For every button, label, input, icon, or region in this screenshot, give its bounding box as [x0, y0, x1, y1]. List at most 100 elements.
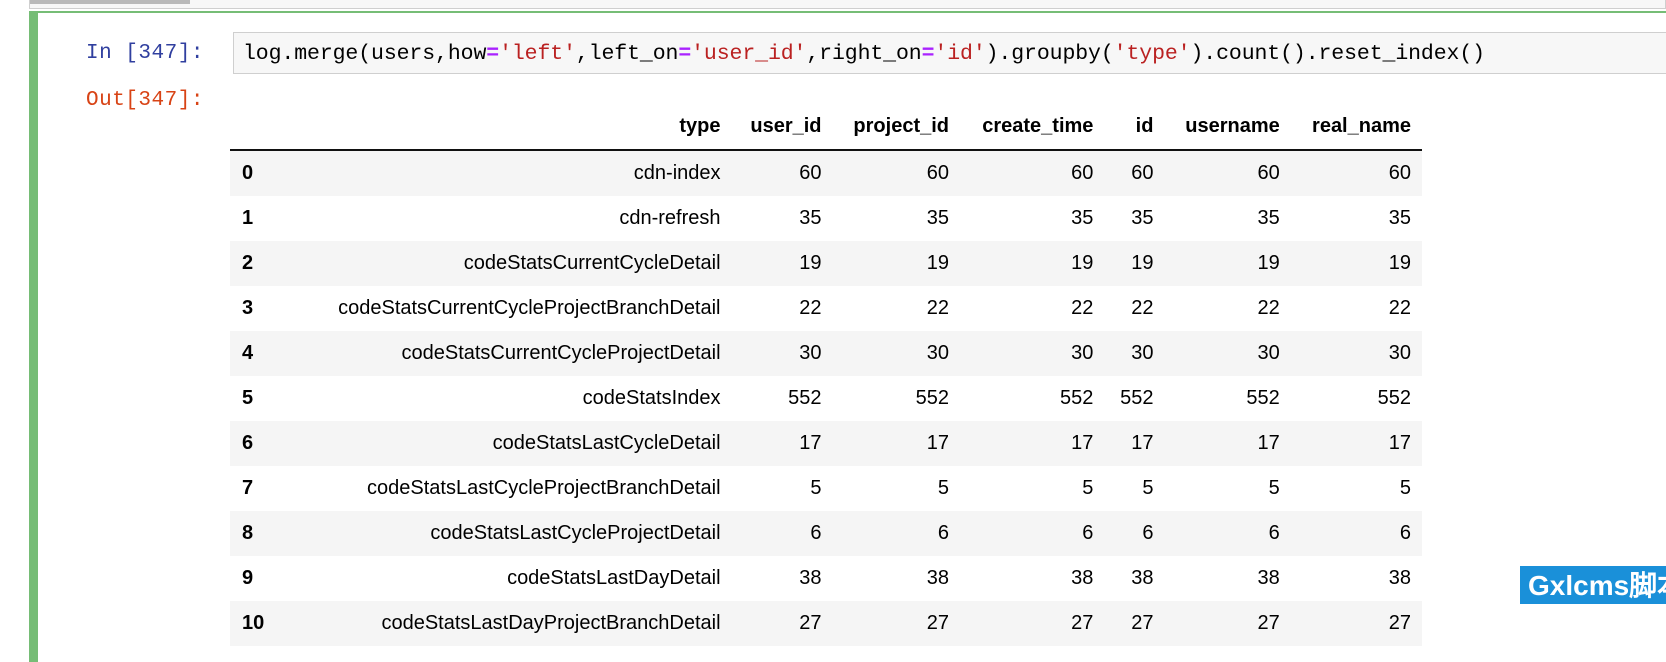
- column-header-id: id: [1104, 109, 1165, 151]
- cell-real_name: 17: [1388, 432, 1411, 454]
- row-index-cell: 8: [242, 522, 254, 544]
- cell-id: 19: [1131, 252, 1154, 274]
- cell-create_time: 5: [1082, 477, 1094, 499]
- column-header-create_time: create_time: [960, 109, 1105, 151]
- cell-type: codeStatsCurrentCycleProjectDetail: [401, 342, 721, 364]
- cell-id: 35: [1131, 207, 1154, 229]
- cell-username: 60: [1257, 162, 1280, 184]
- cell-user_id: 552: [788, 387, 822, 409]
- cell-create_time: 19: [1071, 252, 1094, 274]
- cell-create_time: 22: [1071, 297, 1094, 319]
- notebook-cell[interactable]: In [347]: log.merge(users,how='left',lef…: [29, 11, 1666, 662]
- previous-cell-scroll-hint: [30, 0, 190, 4]
- cell-real_name: 19: [1388, 252, 1411, 274]
- cell-user_id: 60: [799, 162, 822, 184]
- cell-user_id: 35: [799, 207, 822, 229]
- cell-user_id: 22: [799, 297, 822, 319]
- cell-create_time: 17: [1071, 432, 1094, 454]
- table-row: 5 codeStatsIndex 552 552 552 552 552 552: [230, 376, 1422, 421]
- cell-type: cdn-refresh: [619, 207, 721, 229]
- code-token-op-7: =: [921, 42, 935, 66]
- dataframe-table: type user_id project_id create_time id userna…: [230, 109, 1422, 646]
- cell-project_id: 17: [926, 432, 949, 454]
- dataframe-body: 0 cdn-index 60 60 60 60 60 60 1 cdn-refresh 35 35 35…: [230, 150, 1422, 646]
- cell-id: 27: [1131, 612, 1154, 634]
- cell-real_name: 35: [1388, 207, 1411, 229]
- cell-id: 30: [1131, 342, 1154, 364]
- column-header-real_name: real_name: [1290, 109, 1422, 151]
- cell-project_id: 30: [926, 342, 949, 364]
- code-token-plain-11: ).count().reset_index(): [1190, 42, 1485, 66]
- cell-username: 38: [1257, 567, 1280, 589]
- table-row: 10 codeStatsLastDayProjectBranchDetail 27 2…: [230, 601, 1422, 646]
- cell-type: codeStatsIndex: [582, 387, 721, 409]
- cell-type: codeStatsLastDayProjectBranchDetail: [381, 612, 721, 634]
- previous-cell-strip[interactable]: [29, 0, 1666, 9]
- cell-id: 38: [1131, 567, 1154, 589]
- row-index-cell: 5: [242, 387, 254, 409]
- cell-username: 17: [1257, 432, 1280, 454]
- cell-type: cdn-index: [633, 162, 721, 184]
- cell-type: codeStatsLastDayDetail: [507, 567, 721, 589]
- cell-project_id: 22: [926, 297, 949, 319]
- code-token-plain-6: ,right_on: [806, 42, 922, 66]
- cell-real_name: 38: [1388, 567, 1411, 589]
- column-header-project_id: project_id: [832, 109, 960, 151]
- cell-id: 22: [1131, 297, 1154, 319]
- cell-real_name: 60: [1388, 162, 1411, 184]
- cell-id: 552: [1120, 387, 1154, 409]
- cell-real_name: 6: [1399, 522, 1411, 544]
- cell-real_name: 552: [1377, 387, 1411, 409]
- table-row: 6 codeStatsLastCycleDetail 17 17 17 17 17 17: [230, 421, 1422, 466]
- cell-real_name: 5: [1399, 477, 1411, 499]
- table-row: 2 codeStatsCurrentCycleDetail 19 19 19 19 19 19: [230, 241, 1422, 286]
- table-row: 9 codeStatsLastDayDetail 38 38 38 38 38 38: [230, 556, 1422, 601]
- code-token-plain-3: ,left_on: [575, 42, 679, 66]
- code-token-str-2: 'left': [499, 42, 576, 66]
- cell-user_id: 6: [810, 522, 822, 544]
- cell-project_id: 38: [926, 567, 949, 589]
- cell-create_time: 552: [1060, 387, 1094, 409]
- code-cell-input-row: In [347]: log.merge(users,how='left',lef…: [76, 28, 1666, 78]
- row-index-cell: 9: [242, 567, 254, 589]
- cell-user_id: 27: [799, 612, 822, 634]
- cell-username: 35: [1257, 207, 1280, 229]
- code-input-box[interactable]: log.merge(users,how='left',left_on='user…: [233, 32, 1666, 74]
- code-token-plain-0: log.merge(users,how: [243, 42, 487, 66]
- cell-project_id: 60: [926, 162, 949, 184]
- code-token-str-5: 'user_id': [691, 42, 807, 66]
- input-prompt-label: In [347]:: [86, 42, 204, 65]
- table-row: 4 codeStatsCurrentCycleProjectDetail 30 30 3…: [230, 331, 1422, 376]
- cell-username: 552: [1246, 387, 1280, 409]
- cell-type: codeStatsLastCycleProjectBranchDetail: [367, 477, 721, 499]
- column-header-user_id: user_id: [731, 109, 833, 151]
- cell-real_name: 27: [1388, 612, 1411, 634]
- cell-create_time: 30: [1071, 342, 1094, 364]
- column-header-username: username: [1164, 109, 1291, 151]
- cell-id: 17: [1131, 432, 1154, 454]
- output-prompt-label: Out[347]:: [86, 89, 204, 112]
- table-row: 8 codeStatsLastCycleProjectDetail 6 6 6 6 6 6: [230, 511, 1422, 556]
- cell-user_id: 17: [799, 432, 822, 454]
- row-index-cell: 1: [242, 207, 254, 229]
- table-row: 7 codeStatsLastCycleProjectBranchDetail 5 5…: [230, 466, 1422, 511]
- cell-username: 6: [1268, 522, 1280, 544]
- cell-project_id: 6: [937, 522, 949, 544]
- row-index-cell: 2: [242, 252, 254, 274]
- cell-id: 60: [1131, 162, 1154, 184]
- cell-user_id: 19: [799, 252, 822, 274]
- cell-create_time: 35: [1071, 207, 1094, 229]
- row-index-cell: 10: [242, 612, 265, 634]
- cell-create_time: 6: [1082, 522, 1094, 544]
- code-token-op-4: =: [678, 42, 692, 66]
- column-header-type: type: [293, 109, 732, 151]
- code-source-line[interactable]: log.merge(users,how='left',left_on='user…: [243, 41, 1485, 67]
- cell-real_name: 22: [1388, 297, 1411, 319]
- cell-user_id: 5: [810, 477, 822, 499]
- cell-user_id: 30: [799, 342, 822, 364]
- cell-username: 5: [1268, 477, 1280, 499]
- table-row: 1 cdn-refresh 35 35 35 35 35 35: [230, 196, 1422, 241]
- code-token-str-8: 'id': [934, 42, 986, 66]
- column-header-index: [230, 109, 293, 151]
- code-token-op-1: =: [486, 42, 500, 66]
